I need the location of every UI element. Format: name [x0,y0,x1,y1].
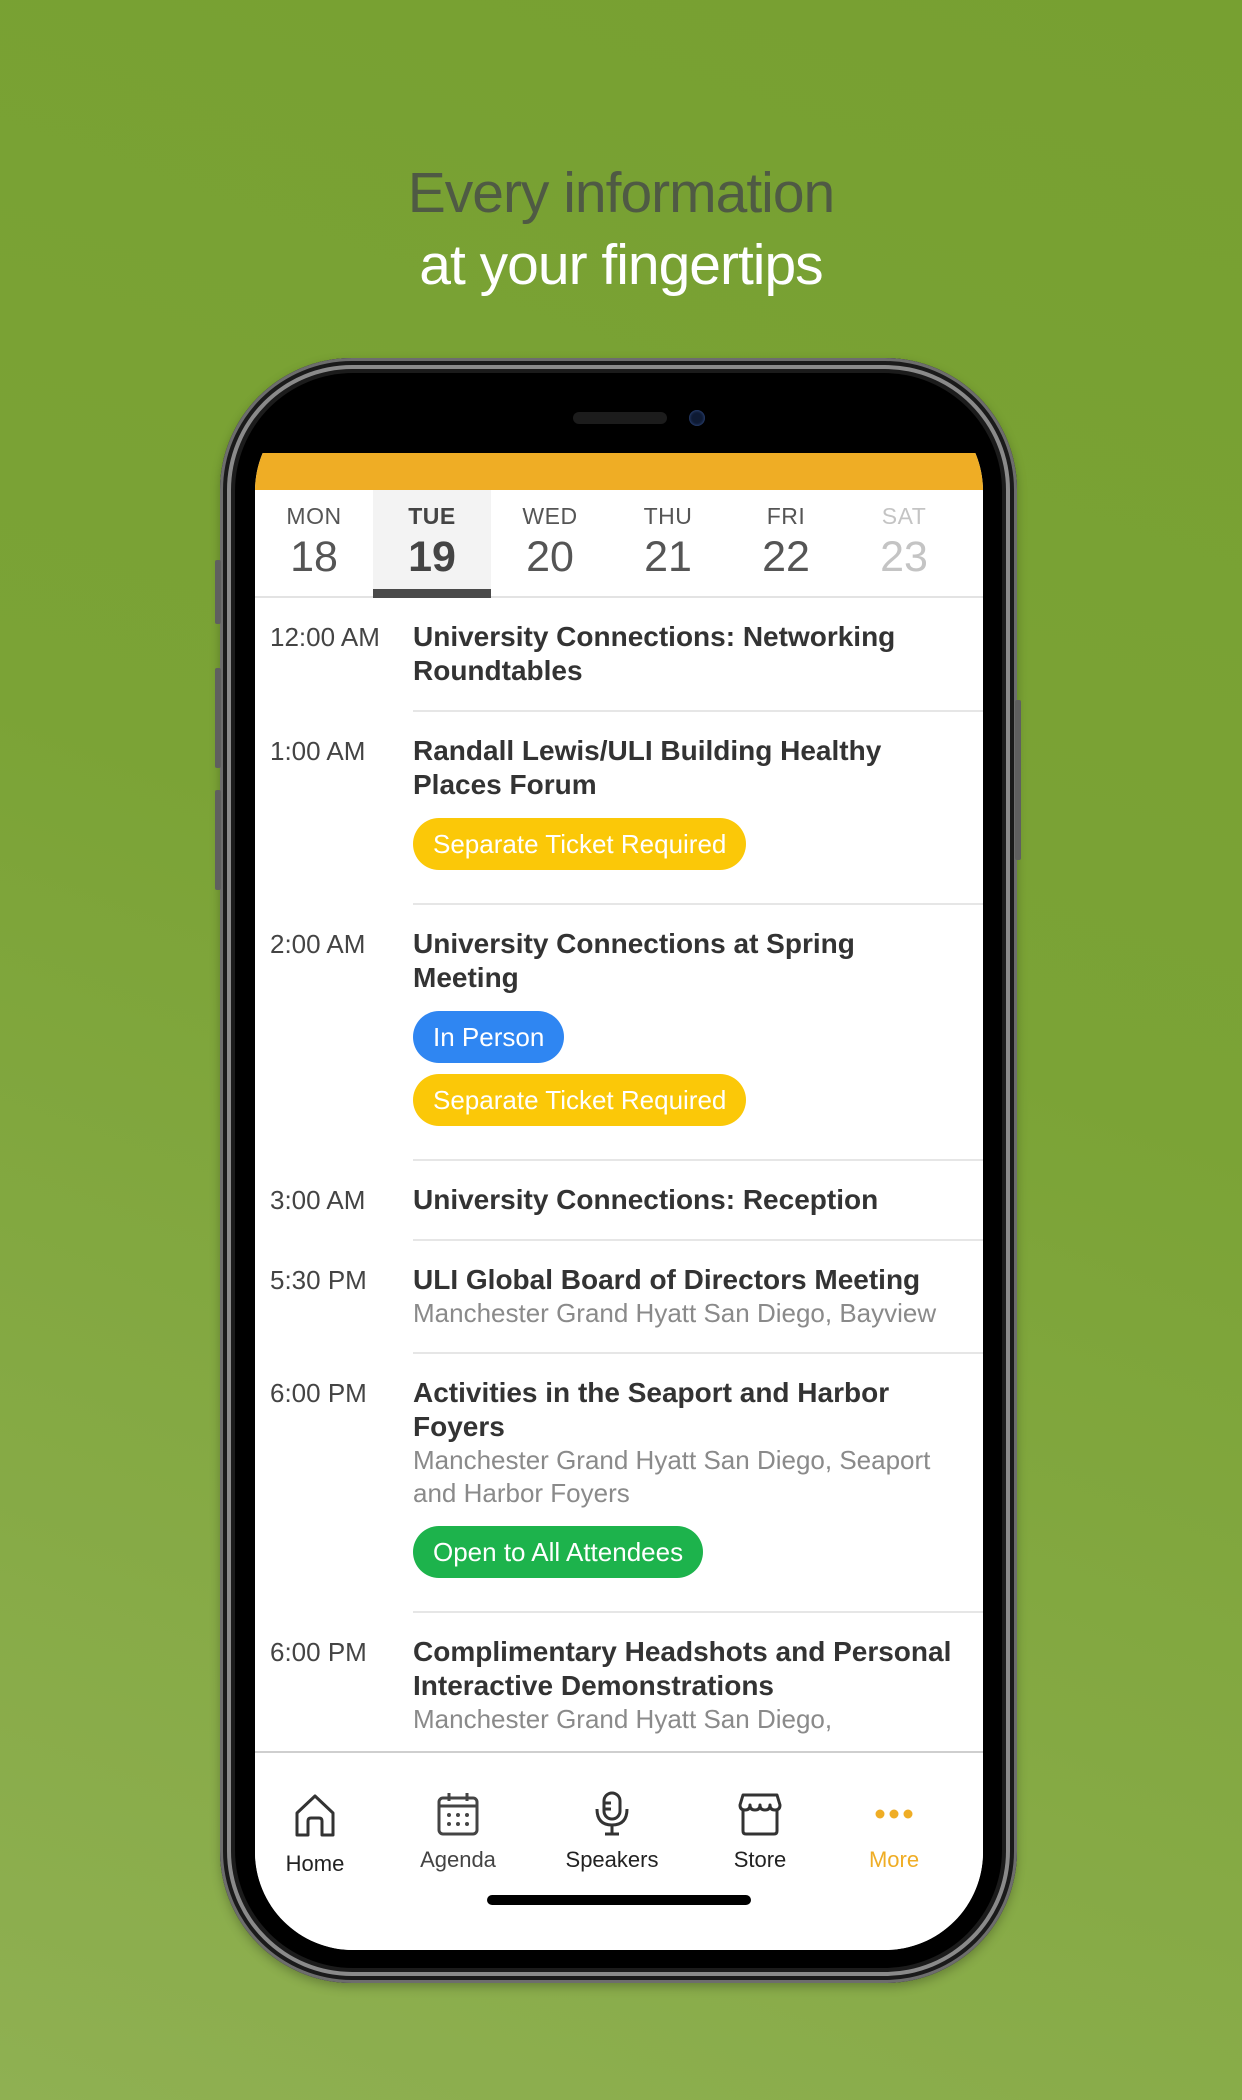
day-tab[interactable]: TUE 19 [373,490,491,598]
event-row[interactable]: 2:00 AM University Connections at Spring … [255,905,983,1161]
event-title: University Connections at Spring Meeting [413,928,855,993]
day-number: 21 [644,533,692,581]
front-camera [689,410,705,426]
event-row[interactable]: 5:30 PM ULI Global Board of Directors Mee… [255,1241,983,1354]
notch [255,393,983,453]
event-body: University Connections: Networking Round… [413,598,983,712]
event-time: 6:00 PM [270,1378,367,1408]
day-number: 20 [526,533,574,581]
store-icon [738,1793,782,1836]
day-of-week: SAT [881,503,927,529]
day-tab[interactable]: FRI 22 [727,490,845,596]
event-time: 3:00 AM [270,1185,366,1215]
day-number: 18 [290,533,338,581]
event-time: 5:30 PM [270,1265,367,1295]
phone-mute-switch [215,560,221,624]
event-time: 2:00 AM [270,929,366,959]
tab-label: Speakers [565,1847,659,1872]
event-badges: Separate Ticket Required [413,818,963,881]
event-location: Manchester Grand Hyatt San Diego, Bayvie… [413,1298,937,1328]
event-title: Complimentary Headshots and Personal Int… [413,1636,952,1701]
header-bar [255,453,983,490]
event-list[interactable]: 12:00 AM University Connections: Networki… [255,598,983,1751]
earpiece-speaker [573,412,667,424]
tab-agenda[interactable]: Agenda [398,1791,518,1873]
event-location: Manchester Grand Hyatt San Diego, [413,1704,833,1734]
tab-speakers[interactable]: Speakers [552,1791,672,1873]
event-title: Activities in the Seaport and Harbor Foy… [413,1377,890,1442]
event-row[interactable]: 6:00 PM Complimentary Headshots and Perso… [255,1613,983,1751]
event-body: Activities in the Seaport and Harbor Foy… [413,1354,983,1613]
event-title: University Connections: Networking Round… [413,621,896,686]
event-location: Manchester Grand Hyatt San Diego, Seapor… [413,1445,931,1508]
home-indicator[interactable] [487,1895,751,1905]
tab-label: Home [285,1851,345,1876]
phone-volume-up-button [215,668,221,768]
event-badges: In Person Separate Ticket Required [413,1011,963,1137]
phone-screen: MON 18 TUE 19 WED 20 THU 21 FRI 22 SAT 2… [255,393,983,1950]
event-time: 1:00 AM [270,736,366,766]
event-badges: Open to All Attendees [413,1526,963,1589]
day-selector: MON 18 TUE 19 WED 20 THU 21 FRI 22 SAT 2… [255,490,983,598]
tab-label: Agenda [420,1847,496,1872]
day-number: 23 [880,533,928,581]
calendar-icon [437,1793,479,1836]
day-number: 19 [408,533,456,581]
headline-line-2: at your fingertips [419,233,823,297]
day-tab[interactable]: MON 18 [255,490,373,596]
day-of-week: MON [286,503,342,529]
tab-more[interactable]: More [834,1791,954,1873]
event-body: Randall Lewis/ULI Building Healthy Place… [413,712,983,905]
day-tab[interactable]: WED 20 [491,490,609,596]
agenda-app: MON 18 TUE 19 WED 20 THU 21 FRI 22 SAT 2… [255,453,983,1950]
event-row[interactable]: 6:00 PM Activities in the Seaport and Har… [255,1354,983,1613]
event-title: University Connections: Reception [413,1184,879,1215]
event-body: Complimentary Headshots and Personal Int… [413,1613,983,1751]
bottom-tab-bar: Home Agenda Speakers Store More [255,1751,983,1950]
day-tab[interactable]: SAT 23 [845,490,963,596]
event-time: 12:00 AM [270,622,380,652]
tab-label: Store [733,1847,787,1872]
event-title: Randall Lewis/ULI Building Healthy Place… [413,735,882,800]
day-tab[interactable]: THU 21 [609,490,727,596]
day-of-week: THU [643,503,693,529]
event-body: University Connections: Reception [413,1161,983,1241]
phone-volume-down-button [215,790,221,890]
event-badge: Separate Ticket Required [413,1074,747,1126]
day-number: 22 [762,533,810,581]
event-badge: In Person [413,1011,565,1063]
headline-line-1: Every information [407,161,836,225]
event-badge: Separate Ticket Required [413,818,747,870]
home-icon [295,1794,335,1837]
event-body: ULI Global Board of Directors Meeting Man… [413,1241,983,1354]
event-row[interactable]: 3:00 AM University Connections: Reception [255,1161,983,1241]
tab-store[interactable]: Store [700,1791,820,1873]
day-of-week: WED [522,503,578,529]
event-title: ULI Global Board of Directors Meeting [413,1264,921,1295]
microphone-icon [595,1791,629,1836]
day-of-week: FRI [766,503,806,529]
tab-home[interactable]: Home [255,1791,375,1877]
event-row[interactable]: 1:00 AM Randall Lewis/ULI Building Health… [255,712,983,905]
event-badge: Open to All Attendees [413,1526,704,1578]
day-of-week: TUE [408,503,456,529]
more-dots-icon [875,1809,913,1819]
event-row[interactable]: 12:00 AM University Connections: Networki… [255,598,983,712]
tab-label: More [868,1847,920,1872]
event-time: 6:00 PM [270,1637,367,1667]
phone-power-button [1015,700,1021,860]
event-body: University Connections at Spring Meeting… [413,905,983,1161]
